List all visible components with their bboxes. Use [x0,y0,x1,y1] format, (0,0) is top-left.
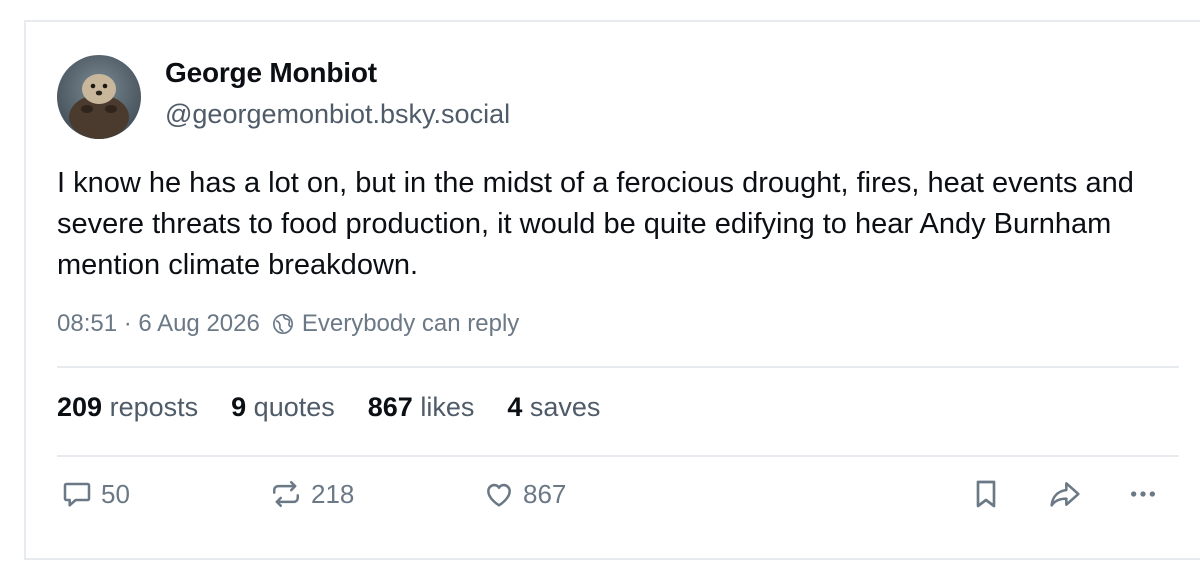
more-options-button[interactable] [1127,478,1159,510]
repost-count: 218 [311,478,355,509]
stat-likes[interactable]: 867 likes [368,392,475,423]
bookmark-icon [971,478,1001,510]
reply-count: 50 [101,478,130,509]
reply-icon [61,478,93,510]
reply-button[interactable]: 50 [61,478,130,510]
author-avatar[interactable] [57,55,141,139]
like-count: 867 [523,478,567,509]
repost-icon [269,478,303,510]
like-button[interactable]: 867 [483,478,566,510]
author-display-name[interactable]: George Monbiot [165,57,377,89]
heart-icon [483,478,515,510]
reply-setting[interactable]: Everybody can reply [302,310,519,338]
stat-reposts[interactable]: 209 reposts [57,392,198,423]
share-button[interactable] [1047,478,1083,510]
globe-icon [272,313,294,335]
divider [57,366,1179,368]
bookmark-button[interactable] [971,478,1001,510]
share-arrow-icon [1047,478,1083,510]
engagement-stats: 209 reposts 9 quotes 867 likes 4 saves [57,392,633,423]
post-meta: 08:51 · 6 Aug 2026 Everybody can reply [57,310,519,338]
stat-saves[interactable]: 4 saves [507,392,600,423]
divider [57,455,1179,457]
author-handle[interactable]: @georgemonbiot.bsky.social [165,99,510,130]
stat-quotes[interactable]: 9 quotes [231,392,335,423]
ellipsis-icon [1127,478,1159,510]
post-text: I know he has a lot on, but in the midst… [57,167,1134,281]
sea-otter-avatar-icon [57,55,141,139]
repost-button[interactable]: 218 [269,478,354,510]
post-timestamp[interactable]: 08:51 · 6 Aug 2026 [57,310,260,338]
post-actions: 50 218 867 [57,478,1170,528]
